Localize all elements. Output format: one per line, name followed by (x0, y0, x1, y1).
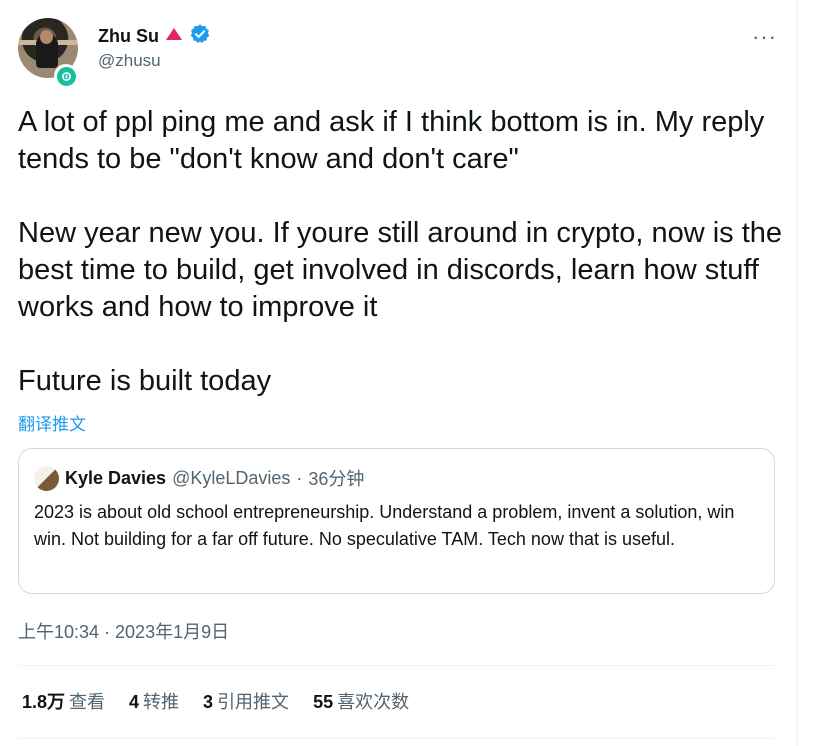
tweet-paragraph: New year new you. If youre still around … (18, 217, 783, 323)
quoted-separator: · (296, 467, 303, 488)
quoted-author-name: Kyle Davies (65, 467, 167, 488)
tweet-header: Zhu Su @zhusu ··· (18, 18, 778, 88)
tweet-stats: 1.8万 查看 4 转推 3 引用推文 55 喜欢次数 (22, 688, 409, 714)
translate-tweet-link[interactable]: 翻译推文 (18, 410, 86, 435)
author-name[interactable]: Zhu Su (98, 26, 159, 47)
divider (18, 738, 775, 739)
column-divider (797, 0, 798, 746)
stat-value: 3 (203, 692, 214, 712)
stat-views[interactable]: 1.8万 查看 (22, 688, 105, 714)
stat-retweets[interactable]: 4 转推 (129, 688, 179, 714)
stat-label: 引用推文 (217, 692, 290, 712)
quoted-author-avatar (34, 465, 59, 491)
tweet-text: A lot of ppl ping me and ask if I think … (18, 104, 788, 400)
stat-quote-tweets[interactable]: 3 引用推文 (203, 688, 289, 714)
stat-value: 1.8万 (22, 692, 66, 712)
divider (18, 665, 775, 666)
quoted-time: 36分钟 (308, 469, 365, 489)
quoted-tweet[interactable]: Kyle Davies @KyleLDavies · 36分钟 2023 is … (18, 448, 775, 594)
tweet-paragraph: A lot of ppl ping me and ask if I think … (18, 106, 765, 175)
stat-value: 55 (313, 692, 334, 712)
verified-badge-icon (189, 23, 211, 50)
quoted-author-handle: @KyleLDavies (172, 467, 291, 488)
stat-likes[interactable]: 55 喜欢次数 (313, 688, 409, 714)
stat-value: 4 (129, 692, 140, 712)
stat-label: 转推 (143, 692, 180, 712)
red-triangle-icon (165, 27, 183, 46)
tweet-paragraph: Future is built today (18, 365, 272, 397)
avatar-badge-icon (54, 64, 78, 88)
stat-label: 查看 (69, 692, 106, 712)
more-options-icon[interactable]: ··· (752, 26, 777, 48)
author-handle[interactable]: @zhusu (98, 51, 161, 71)
stat-label: 喜欢次数 (337, 692, 410, 712)
quoted-tweet-text: 2023 is about old school entrepreneurshi… (34, 502, 735, 549)
tweet-timestamp[interactable]: 上午10:34 · 2023年1月9日 (18, 618, 229, 644)
